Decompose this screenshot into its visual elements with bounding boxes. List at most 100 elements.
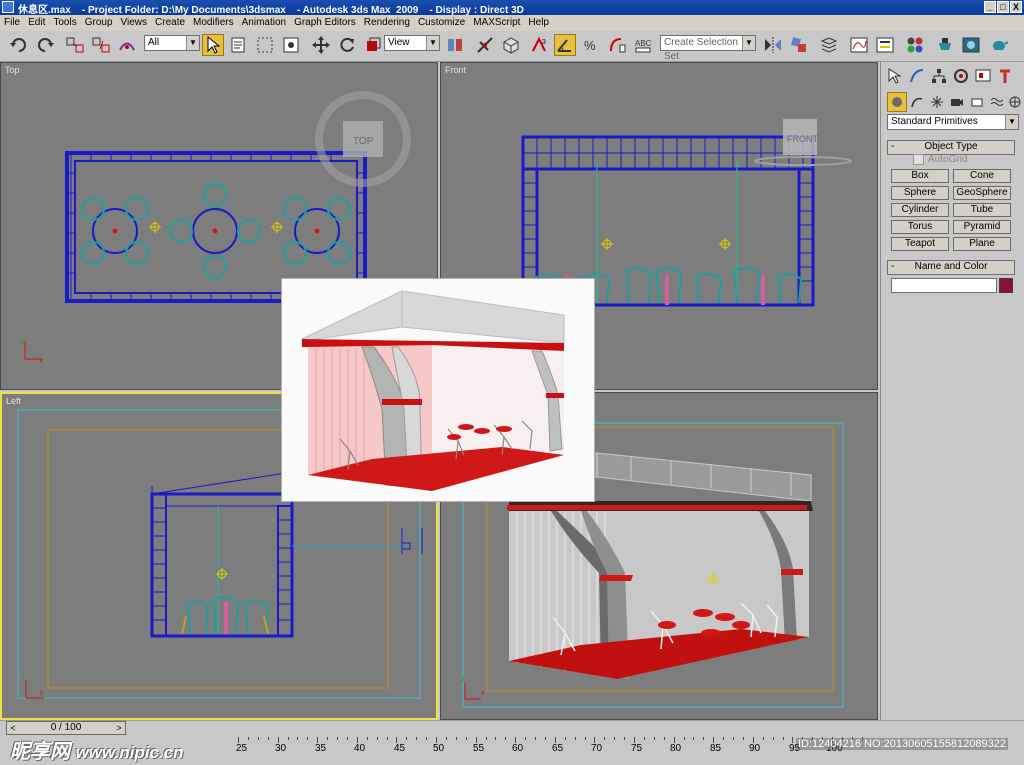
app-icon[interactable] xyxy=(2,1,14,13)
object-color-swatch[interactable] xyxy=(999,278,1013,293)
menu-tools[interactable]: Tools xyxy=(49,15,80,30)
ruler-label: 40 xyxy=(354,743,366,754)
material-editor-icon[interactable] xyxy=(904,34,926,56)
redo-icon[interactable] xyxy=(34,34,56,56)
geometry-icon[interactable] xyxy=(887,92,907,112)
ruler-tick xyxy=(485,737,487,740)
autogrid-checkbox[interactable]: AutoGrid xyxy=(913,154,967,165)
menu-edit[interactable]: Edit xyxy=(24,15,49,30)
motion-tab-icon[interactable] xyxy=(951,66,971,86)
ruler-tick xyxy=(574,737,576,740)
tube-button[interactable]: Tube xyxy=(953,203,1011,217)
torus-button[interactable]: Torus xyxy=(891,220,949,234)
unlink-icon[interactable] xyxy=(90,34,112,56)
helpers-icon[interactable] xyxy=(967,92,987,112)
pivot-center-icon[interactable] xyxy=(444,34,466,56)
ruler-tick xyxy=(416,737,418,740)
undo-icon[interactable] xyxy=(8,34,30,56)
schematic-view-icon[interactable] xyxy=(874,34,896,56)
hierarchy-tab-icon[interactable] xyxy=(929,66,949,86)
keyboard-shortcut-override-icon[interactable] xyxy=(500,34,522,56)
box-button[interactable]: Box xyxy=(891,169,949,183)
render-production-icon[interactable] xyxy=(988,34,1010,56)
layer-manager-icon[interactable] xyxy=(818,34,840,56)
maximize-button[interactable]: □ xyxy=(997,1,1009,13)
svg-text:z: z xyxy=(22,673,26,680)
minimize-button[interactable]: _ xyxy=(984,1,996,13)
primitive-category-dropdown[interactable]: Standard Primitives ▼ xyxy=(887,114,1019,130)
menu-rendering[interactable]: Rendering xyxy=(360,15,414,30)
svg-text:y: y xyxy=(21,340,25,347)
menu-customize[interactable]: Customize xyxy=(414,15,469,30)
render-setup-icon[interactable] xyxy=(934,34,956,56)
cone-button[interactable]: Cone xyxy=(953,169,1011,183)
align-icon[interactable] xyxy=(788,34,810,56)
ruler-label: 75 xyxy=(631,743,643,754)
spinner-snap-icon[interactable] xyxy=(606,34,628,56)
pyramid-button[interactable]: Pyramid xyxy=(953,220,1011,234)
shapes-icon[interactable] xyxy=(907,92,927,112)
scale-icon[interactable] xyxy=(362,34,384,56)
select-object-icon[interactable] xyxy=(202,34,224,56)
curve-editor-icon[interactable] xyxy=(848,34,870,56)
space-warps-icon[interactable] xyxy=(987,92,1007,112)
menu-create[interactable]: Create xyxy=(151,15,189,30)
name-and-color-rollout-header[interactable]: - Name and Color xyxy=(887,260,1015,275)
display-tab-icon[interactable] xyxy=(973,66,993,86)
named-selection-set-input[interactable]: Create Selection Set ▼ xyxy=(660,35,756,62)
sphere-button[interactable]: Sphere xyxy=(891,186,949,200)
angle-snap-icon[interactable] xyxy=(554,34,576,56)
ruler-tick xyxy=(643,737,645,740)
menu-graph-editors[interactable]: Graph Editors xyxy=(290,15,360,30)
object-type-rollout-header[interactable]: - Object Type xyxy=(887,140,1015,155)
bind-space-warp-icon[interactable] xyxy=(116,34,138,56)
menu-group[interactable]: Group xyxy=(81,15,117,30)
menu-animation[interactable]: Animation xyxy=(238,15,290,30)
next-frame-button[interactable]: > xyxy=(113,722,125,734)
modify-tab-icon[interactable] xyxy=(907,66,927,86)
menu-modifiers[interactable]: Modifiers xyxy=(189,15,238,30)
time-slider[interactable]: < 0 / 100 > xyxy=(6,721,126,735)
reference-coordinate-dropdown[interactable]: View ▼ xyxy=(384,35,440,51)
geosphere-button[interactable]: GeoSphere xyxy=(953,186,1011,200)
utilities-tab-icon[interactable] xyxy=(995,66,1015,86)
teapot-button[interactable]: Teapot xyxy=(891,237,949,251)
ruler-tick xyxy=(554,737,556,743)
mirror-icon[interactable] xyxy=(762,34,784,56)
lights-icon[interactable] xyxy=(927,92,947,112)
create-tab-icon[interactable] xyxy=(885,66,905,86)
select-and-link-icon[interactable] xyxy=(64,34,86,56)
rotate-icon[interactable] xyxy=(336,34,358,56)
plane-button[interactable]: Plane xyxy=(953,237,1011,251)
ruler-tick xyxy=(693,737,695,740)
chevron-down-icon: ▼ xyxy=(1005,115,1018,129)
ruler-tick xyxy=(337,737,338,740)
select-manipulate-icon[interactable] xyxy=(474,34,496,56)
rendered-frame-window-icon[interactable] xyxy=(960,34,982,56)
menu-file[interactable]: File xyxy=(0,15,24,30)
title-bar: 休息区.max - Project Folder: D:\My Document… xyxy=(0,0,1024,16)
close-button[interactable]: X xyxy=(1010,1,1022,13)
selection-filter-dropdown[interactable]: All ▼ xyxy=(144,35,200,51)
menu-views[interactable]: Views xyxy=(117,15,152,30)
viewcube-top-text[interactable]: TOP xyxy=(353,136,374,147)
percent-snap-icon[interactable]: % xyxy=(580,34,602,56)
move-icon[interactable] xyxy=(310,34,332,56)
edit-named-selection-icon[interactable]: ABC xyxy=(632,34,654,56)
ruler-tick xyxy=(634,737,635,743)
snaps-toggle-icon[interactable]: 3 xyxy=(528,34,550,56)
select-by-name-icon[interactable] xyxy=(228,34,250,56)
viewcube-front-text[interactable]: FRONT xyxy=(787,134,818,144)
window-crossing-icon[interactable] xyxy=(280,34,302,56)
menu-maxscript[interactable]: MAXScript xyxy=(469,15,524,30)
menu-help[interactable]: Help xyxy=(524,15,553,30)
previous-frame-button[interactable]: < xyxy=(7,722,19,734)
rectangular-selection-icon[interactable] xyxy=(254,34,276,56)
cameras-icon[interactable] xyxy=(947,92,967,112)
ruler-tick xyxy=(604,737,606,740)
collapse-icon: - xyxy=(891,261,895,272)
systems-icon[interactable] xyxy=(1005,92,1024,112)
cylinder-button[interactable]: Cylinder xyxy=(891,203,949,217)
object-name-input[interactable] xyxy=(891,278,997,293)
svg-text:ABC: ABC xyxy=(635,39,652,48)
